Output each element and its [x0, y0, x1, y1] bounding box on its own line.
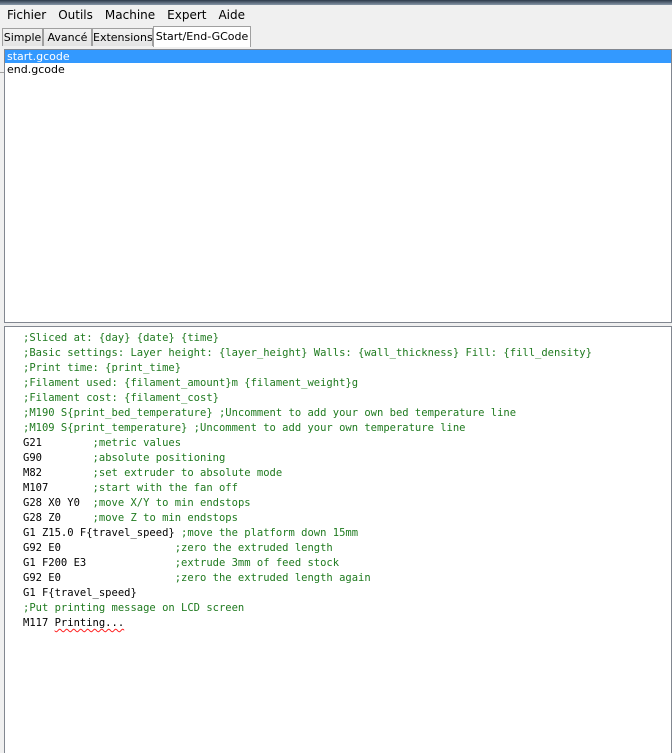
code-command: M107	[23, 482, 93, 494]
code-line: ;M190 S{print_bed_temperature} ;Uncommen…	[5, 406, 671, 421]
code-command: G21	[23, 437, 93, 449]
tab-simple[interactable]: Simple	[2, 28, 43, 46]
code-line: G92 E0 ;zero the extruded length again	[5, 571, 671, 586]
code-command: G90	[23, 452, 93, 464]
code-line: G90 ;absolute positioning	[5, 451, 671, 466]
code-comment: ;Basic settings: Layer height: {layer_he…	[23, 347, 592, 359]
code-comment: ;move the platform down 15mm	[181, 527, 359, 539]
code-comment: ;start with the fan off	[92, 482, 238, 494]
list-item-end-gcode[interactable]: end.gcode	[5, 63, 671, 76]
menu-aide[interactable]: Aide	[212, 5, 251, 26]
code-comment: ;M109 S{print_temperature} ;Uncomment to…	[23, 422, 466, 434]
code-line: G1 F200 E3 ;extrude 3mm of feed stock	[5, 556, 671, 571]
code-line: G92 E0 ;zero the extruded length	[5, 541, 671, 556]
menu-fichier[interactable]: Fichier	[0, 5, 52, 26]
code-comment: ;Filament used: {filament_amount}m {fila…	[23, 377, 359, 389]
code-line: G28 X0 Y0 ;move X/Y to min endstops	[5, 496, 671, 511]
code-command: M82	[23, 467, 93, 479]
code-command: G1 F{travel_speed}	[23, 587, 137, 599]
code-line: M82 ;set extruder to absolute mode	[5, 466, 671, 481]
code-line: M117 Printing...	[5, 616, 671, 631]
code-comment: ;zero the extruded length again	[174, 572, 371, 584]
code-command: G1 F200 E3	[23, 557, 175, 569]
code-line: ;Sliced at: {day} {date} {time}	[5, 331, 671, 346]
code-comment: ;M190 S{print_bed_temperature} ;Uncommen…	[23, 407, 517, 419]
code-line: G28 Z0 ;move Z to min endstops	[5, 511, 671, 526]
menu-expert[interactable]: Expert	[161, 5, 212, 26]
code-line: ;Print time: {print_time}	[5, 361, 671, 376]
tab-bar: Simple Avancé Extensions Start/End-GCode	[0, 26, 672, 73]
code-line: ;Put printing message on LCD screen	[5, 601, 671, 616]
code-command: G92 E0	[23, 542, 175, 554]
code-command: G28 X0 Y0	[23, 497, 93, 509]
code-line: G1 Z15.0 F{travel_speed} ;move the platf…	[5, 526, 671, 541]
menu-outils[interactable]: Outils	[52, 5, 99, 26]
code-comment: ;Put printing message on LCD screen	[23, 602, 245, 614]
menu-bar: Fichier Outils Machine Expert Aide	[0, 5, 672, 26]
code-command: M117	[23, 617, 55, 629]
gcode-editor[interactable]: ;Sliced at: {day} {date} {time} ;Basic s…	[4, 326, 672, 753]
tab-avance[interactable]: Avancé	[43, 28, 92, 46]
code-line: G1 F{travel_speed}	[5, 586, 671, 601]
tab-extensions[interactable]: Extensions	[92, 28, 153, 46]
code-comment: ;move Z to min endstops	[92, 512, 238, 524]
gcode-file-list[interactable]: start.gcode end.gcode	[4, 49, 672, 323]
code-comment: ;Sliced at: {day} {date} {time}	[23, 332, 219, 344]
menu-machine[interactable]: Machine	[99, 5, 161, 26]
code-line: ;Filament used: {filament_amount}m {fila…	[5, 376, 671, 391]
tab-start-end-gcode[interactable]: Start/End-GCode	[153, 26, 251, 47]
list-item-start-gcode[interactable]: start.gcode	[5, 50, 671, 63]
code-command: G1 Z15.0 F{travel_speed}	[23, 527, 182, 539]
code-comment: ;extrude 3mm of feed stock	[174, 557, 340, 569]
code-comment: ;set extruder to absolute mode	[92, 467, 283, 479]
code-comment: ;metric values	[92, 437, 182, 449]
spellcheck-word: Printing...	[54, 617, 125, 629]
code-command: G92 E0	[23, 572, 175, 584]
code-line: ;M109 S{print_temperature} ;Uncomment to…	[5, 421, 671, 436]
code-comment: ;Filament cost: {filament_cost}	[23, 392, 219, 404]
code-comment: ;zero the extruded length	[174, 542, 333, 554]
code-line: ;Filament cost: {filament_cost}	[5, 391, 671, 406]
code-comment: ;Print time: {print_time}	[23, 362, 182, 374]
code-comment: ;move X/Y to min endstops	[92, 497, 251, 509]
code-comment: ;absolute positioning	[92, 452, 226, 464]
code-command: G28 Z0	[23, 512, 93, 524]
code-line: M107 ;start with the fan off	[5, 481, 671, 496]
code-line: G21 ;metric values	[5, 436, 671, 451]
code-line: ;Basic settings: Layer height: {layer_he…	[5, 346, 671, 361]
